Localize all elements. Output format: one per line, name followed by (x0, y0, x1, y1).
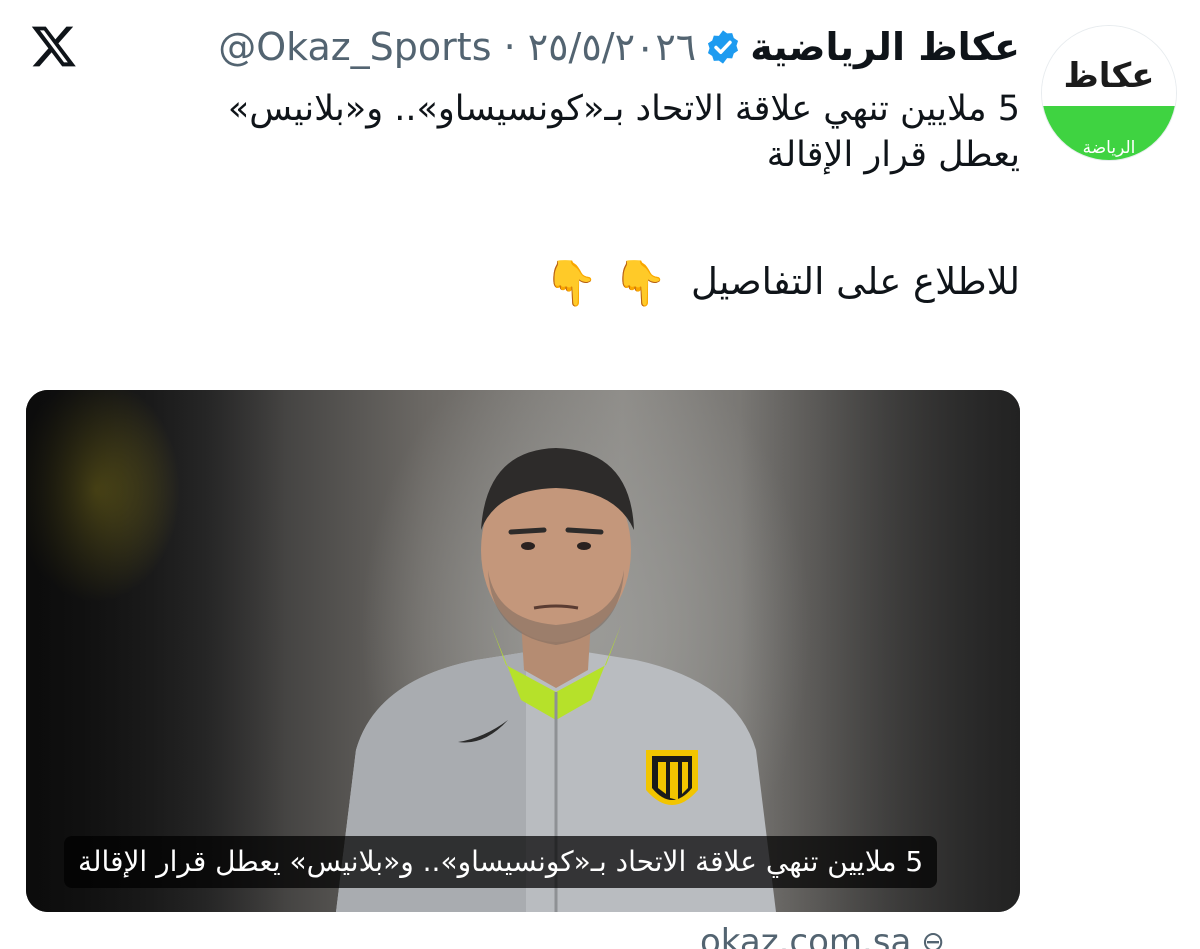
tweet-text-line-2: يعطل قرار الإقالة (766, 135, 1020, 175)
link-icon: ⊖ (921, 925, 945, 949)
tweet-cta: للاطلاع على التفاصيل 👇 👇 (60, 252, 1020, 314)
avatar[interactable]: عكاظ الرياضة (1042, 26, 1176, 160)
handle-and-date[interactable]: @Okaz_Sports · ٢٥/٥/٢٠٢٦ (218, 24, 696, 70)
verified-badge-icon (708, 30, 739, 64)
link-card[interactable]: 5 ملايين تنهي علاقة الاتحاد بـ«كونسيساو»… (26, 390, 1020, 912)
card-caption: 5 ملايين تنهي علاقة الاتحاد بـ«كونسيساو»… (64, 836, 938, 888)
link-domain[interactable]: okaz.com.sa (700, 922, 911, 949)
avatar-sub-text: الرياضة (1082, 138, 1136, 158)
link-source[interactable]: okaz.com.sa ⊖ (700, 922, 945, 949)
author-name[interactable]: عكاظ الرياضية (750, 24, 1020, 70)
tweet-text-line-1: 5 ملايين تنهي علاقة الاتحاد بـ«كونسيساو»… (227, 89, 1020, 129)
pointing-down-icon: 👇 👇 (543, 257, 668, 309)
tweet-header: عكاظ الرياضية @Okaz_Sports · ٢٥/٥/٢٠٢٦ (218, 22, 1020, 72)
x-logo-icon[interactable] (30, 22, 78, 70)
tweet-screen: عكاظ الرياضة عكاظ الرياضية @Okaz_Sports … (0, 0, 1200, 949)
cta-text: للاطلاع على التفاصيل (691, 260, 1020, 303)
tweet-text: 5 ملايين تنهي علاقة الاتحاد بـ«كونسيساو»… (60, 86, 1020, 178)
avatar-logo-text: عكاظ (1063, 56, 1155, 96)
